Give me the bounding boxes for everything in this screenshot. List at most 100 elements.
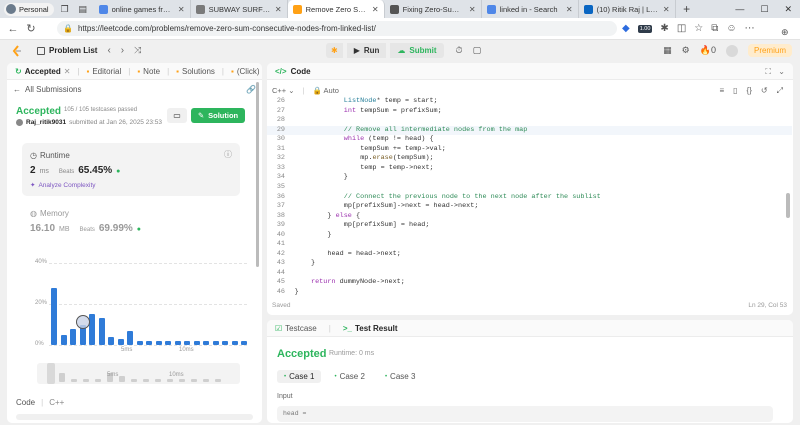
tab-close-icon[interactable]: ✕	[566, 5, 573, 14]
code-line[interactable]: 37 mp[prefixSum]->next = head->next;	[267, 202, 792, 212]
all-submissions-link[interactable]: ← All Submissions	[13, 85, 81, 94]
new-tab-icon[interactable]: +	[680, 2, 694, 16]
premium-button[interactable]: Premium	[747, 44, 792, 57]
shuffle-icon[interactable]: ⤨	[134, 45, 141, 56]
distribution-bar[interactable]	[203, 340, 209, 345]
tab-close-icon[interactable]: ✕	[663, 5, 670, 14]
extension-badge[interactable]: 1.00	[637, 24, 653, 33]
browser-tab[interactable]: (10) Ritik Raj | LinkedIn ✕	[579, 0, 676, 18]
distribution-bar[interactable]	[127, 330, 133, 345]
code-line[interactable]: 45 return dummyNode->next;	[267, 278, 792, 288]
problem-list-link[interactable]: Problem List	[37, 46, 97, 55]
profile-button[interactable]: Personal	[4, 2, 54, 16]
editor-collapse-icon[interactable]: ⌄	[778, 67, 785, 76]
distribution-bar[interactable]	[155, 340, 162, 345]
extension-puzzle-icon[interactable]: ✱	[660, 23, 668, 34]
submit-button[interactable]: ☁ Submit	[390, 43, 444, 58]
back-icon[interactable]: ←	[4, 23, 22, 35]
collections-icon[interactable]: ⧉	[711, 23, 718, 34]
editor-scrollbar[interactable]	[786, 193, 790, 218]
code-line[interactable]: 29 // Remove all intermediate nodes from …	[267, 125, 792, 136]
tab-test-result[interactable]: >_ Test Result	[343, 324, 398, 333]
language-select[interactable]: C++ ⌄	[272, 86, 295, 95]
auto-mode[interactable]: 🔒 Auto	[313, 86, 339, 95]
code-line[interactable]: 28	[267, 116, 792, 126]
tab-close-icon[interactable]: ✕	[178, 5, 185, 14]
memory-header[interactable]: ◍ Memory	[30, 209, 69, 218]
browser-tab[interactable]: linked in - Search ✕	[482, 0, 579, 18]
memory-stats[interactable]: 16.10 MB Beats 69.99% ●	[30, 223, 141, 234]
settings-icon[interactable]: ⚙	[682, 45, 690, 56]
workspaces-icon[interactable]: ❐	[58, 2, 72, 16]
leetcode-logo-icon[interactable]	[11, 44, 23, 57]
browser-tab[interactable]: Remove Zero Sum Cons ✕	[287, 0, 385, 18]
left-tab[interactable]: ▪ Note	[137, 67, 160, 76]
left-tab[interactable]: ↻ Accepted ✕	[15, 67, 70, 76]
more-menu-icon[interactable]: ⋯	[745, 23, 755, 34]
tab-close-icon[interactable]: ✕	[469, 5, 476, 14]
distribution-bar[interactable]	[136, 340, 143, 345]
close-window-icon[interactable]: ✕	[784, 4, 792, 15]
distribution-bar[interactable]	[108, 336, 114, 345]
range-handle[interactable]	[47, 363, 55, 384]
distribution-bar[interactable]	[193, 340, 200, 345]
tab-testcase[interactable]: ☑ Testcase	[275, 324, 317, 333]
distribution-bar[interactable]	[51, 287, 57, 345]
info-icon[interactable]: ⓘ	[224, 149, 232, 160]
distribution-bar[interactable]	[231, 340, 238, 345]
case-tab[interactable]: • Case 3	[378, 370, 422, 383]
share-link-icon[interactable]: 🔗	[246, 85, 256, 94]
left-tab[interactable]: ▪ Editorial	[87, 67, 122, 76]
distribution-bar[interactable]	[184, 340, 190, 345]
user-avatar[interactable]	[725, 44, 738, 57]
runtime-distribution-chart[interactable]: 40% 20% 0% 5ms 10ms 5ms 10ms	[7, 253, 262, 388]
profile-small-icon[interactable]: ☺	[726, 23, 736, 34]
code-area[interactable]: 26 ListNode* temp = start; 27 int tempSum =…	[267, 97, 793, 297]
range-overview[interactable]: 5ms 10ms	[37, 363, 240, 384]
code-line[interactable]: 30 while (temp != head) {	[267, 135, 792, 145]
distribution-bar[interactable]	[89, 314, 95, 345]
distribution-bar[interactable]	[70, 328, 76, 345]
extension-diamond-icon[interactable]: ◆	[622, 23, 630, 34]
case-tab[interactable]: • Case 2	[327, 370, 371, 383]
code-line[interactable]: 27 int tempSum = prefixSum;	[267, 107, 792, 117]
prev-problem-icon[interactable]: ‹	[107, 45, 110, 56]
code-line[interactable]: 44	[267, 269, 792, 279]
copilot-icon[interactable]: ⊕	[781, 27, 789, 38]
expand-icon[interactable]: ⤢	[777, 86, 783, 96]
debug-button[interactable]: ✱	[326, 43, 343, 58]
case-tab[interactable]: • Case 1	[277, 370, 322, 383]
distribution-bar[interactable]	[146, 340, 152, 345]
code-line[interactable]: 26 ListNode* temp = start;	[267, 97, 792, 107]
streak[interactable]: 🔥0	[700, 45, 716, 56]
submitter-name[interactable]: Raj_ritik9031	[26, 119, 66, 126]
reset-icon[interactable]: ↺	[761, 86, 768, 96]
code-line[interactable]: 32 mp.erase(tempSum);	[267, 154, 792, 164]
distribution-bar[interactable]	[212, 340, 219, 345]
tab-close-icon[interactable]: ✕	[64, 67, 71, 76]
distribution-bar[interactable]	[241, 340, 247, 345]
run-button[interactable]: ▶ Run	[346, 43, 387, 58]
code-line[interactable]: 38} else {	[267, 212, 792, 222]
next-problem-icon[interactable]: ›	[121, 45, 124, 56]
solution-button[interactable]: ✎ Solution	[191, 108, 245, 123]
distribution-bar[interactable]	[165, 340, 171, 345]
input-box[interactable]: head =	[277, 406, 773, 422]
code-line[interactable]: 41	[267, 240, 792, 250]
code-line[interactable]: 43}	[267, 259, 792, 269]
code-line[interactable]: 31 tempSum += temp->val;	[267, 145, 792, 155]
refresh-icon[interactable]: ↻	[22, 22, 40, 35]
browser-tab[interactable]: online games free play ✕	[94, 0, 191, 18]
distribution-bar[interactable]	[174, 340, 181, 345]
braces-icon[interactable]: {}	[747, 86, 752, 96]
distribution-bar[interactable]	[60, 334, 67, 345]
code-line[interactable]: 35	[267, 183, 792, 193]
format-icon[interactable]: ≡	[719, 86, 724, 96]
favorites-icon[interactable]: ☆	[694, 23, 703, 34]
tab-close-icon[interactable]: ✕	[275, 5, 282, 14]
distribution-bar[interactable]	[117, 338, 124, 345]
browser-tab[interactable]: Fixing Zero-Sum Sublist ✕	[385, 0, 482, 18]
timer-icon[interactable]: ⏱	[456, 45, 463, 56]
left-tab[interactable]: ▪ (Click)	[231, 67, 260, 76]
fullscreen-icon[interactable]: ⛶	[765, 67, 771, 77]
